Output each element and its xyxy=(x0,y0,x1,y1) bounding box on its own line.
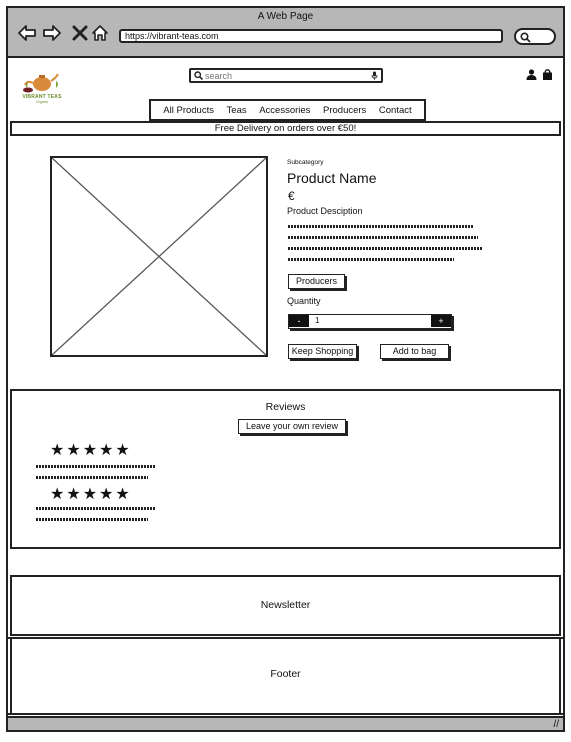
browser-search-button[interactable] xyxy=(514,28,556,45)
footer-label: Footer xyxy=(10,639,561,713)
nav-item-accessories[interactable]: Accessories xyxy=(259,105,310,116)
review-star-rating: ★★★★★ xyxy=(50,442,132,459)
home-icon[interactable] xyxy=(91,24,109,42)
product-name: Product Name xyxy=(287,170,377,186)
description-text-line xyxy=(288,247,483,250)
site-search-box[interactable] xyxy=(189,68,383,83)
description-text-line xyxy=(288,236,478,239)
window-title: A Web Page xyxy=(257,11,314,22)
shopping-bag-icon[interactable] xyxy=(542,69,553,80)
product-price: € xyxy=(288,189,295,203)
producers-button[interactable]: Producers xyxy=(288,274,345,289)
teapot-logo-icon xyxy=(23,73,59,93)
browser-window: A Web Page https://vibrant-teas.com VIBR… xyxy=(6,6,565,732)
resize-grip-icon[interactable]: // xyxy=(553,719,559,730)
review-star-rating: ★★★★★ xyxy=(50,486,132,503)
logo-subtext: Organic xyxy=(35,100,49,104)
nav-item-producers[interactable]: Producers xyxy=(323,105,366,116)
description-text-line xyxy=(288,225,474,228)
leave-review-button[interactable]: Leave your own review xyxy=(238,419,346,434)
increase-quantity-button[interactable]: + xyxy=(431,315,451,327)
review-text-line xyxy=(36,465,156,468)
product-description-label: Product Desciption xyxy=(287,206,363,216)
keep-shopping-button[interactable]: Keep Shopping xyxy=(288,344,357,359)
user-icon[interactable] xyxy=(526,69,537,80)
address-bar[interactable]: https://vibrant-teas.com xyxy=(119,29,503,43)
close-icon[interactable] xyxy=(71,24,89,42)
nav-item-all-products[interactable]: All Products xyxy=(163,105,214,116)
review-text-line xyxy=(36,476,148,479)
footer: Footer xyxy=(8,637,563,715)
main-navigation: All Products Teas Accessories Producers … xyxy=(149,99,426,121)
newsletter-section: Newsletter xyxy=(10,575,561,636)
search-icon xyxy=(194,71,203,80)
search-input[interactable] xyxy=(205,70,365,81)
nav-item-teas[interactable]: Teas xyxy=(227,105,247,116)
microphone-icon[interactable] xyxy=(371,71,378,80)
back-arrow-icon[interactable] xyxy=(18,24,36,42)
search-icon xyxy=(520,32,531,43)
reviews-title: Reviews xyxy=(265,401,306,413)
site-logo[interactable]: VIBRANT TEAS Organic xyxy=(18,68,66,104)
decrease-quantity-button[interactable]: - xyxy=(289,315,309,327)
promo-banner: Free Delivery on orders over €50! xyxy=(10,121,561,136)
browser-toolbar: A Web Page https://vibrant-teas.com xyxy=(8,8,563,58)
browser-status-bar: // xyxy=(8,716,563,730)
nav-item-contact[interactable]: Contact xyxy=(379,105,412,116)
product-subcategory[interactable]: Subcategory xyxy=(287,159,324,166)
forward-arrow-icon[interactable] xyxy=(43,24,61,42)
quantity-input[interactable]: 1 xyxy=(315,316,319,325)
quantity-stepper: - 1 + xyxy=(288,314,452,329)
add-to-bag-button[interactable]: Add to bag xyxy=(380,344,449,359)
quantity-label: Quantity xyxy=(287,296,321,306)
product-image-placeholder xyxy=(50,156,268,357)
review-text-line xyxy=(36,507,156,510)
description-text-line xyxy=(288,258,454,261)
review-text-line xyxy=(36,518,148,521)
reviews-section: Reviews Leave your own review ★★★★★ ★★★★… xyxy=(10,389,561,549)
